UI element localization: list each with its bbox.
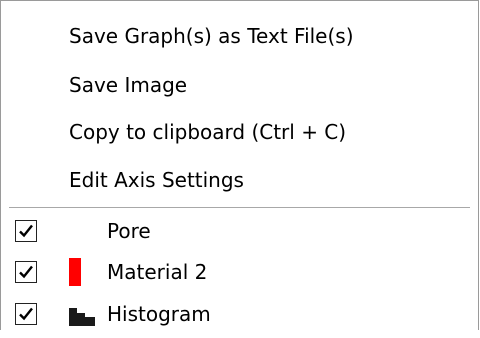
series-label-histogram: Histogram	[107, 302, 211, 326]
series-checkbox-pore[interactable]	[15, 220, 37, 242]
series-color-swatch-icon	[69, 258, 81, 286]
menu-item-label: Save Image	[69, 73, 188, 97]
histogram-icon	[69, 308, 95, 326]
menu-item-label: Copy to clipboard (Ctrl + C)	[69, 120, 347, 144]
checkmark-icon	[19, 307, 33, 321]
series-label-material-2: Material 2	[107, 260, 208, 284]
copy-to-clipboard-menu-item[interactable]: Copy to clipboard (Ctrl + C)	[1, 108, 478, 156]
series-item-histogram[interactable]: Histogram	[1, 290, 478, 338]
checkmark-icon	[19, 265, 33, 279]
series-checkbox-histogram[interactable]	[15, 303, 37, 325]
context-menu: Save Graph(s) as Text File(s) Save Image…	[0, 0, 479, 330]
menu-item-label: Edit Axis Settings	[69, 168, 244, 192]
checkmark-icon	[19, 224, 33, 238]
save-graphs-as-text-menu-item[interactable]: Save Graph(s) as Text File(s)	[1, 12, 478, 60]
edit-axis-settings-menu-item[interactable]: Edit Axis Settings	[1, 156, 478, 204]
menu-item-label: Save Graph(s) as Text File(s)	[69, 24, 354, 48]
save-image-menu-item[interactable]: Save Image	[1, 61, 478, 109]
series-checkbox-material-2[interactable]	[15, 261, 37, 283]
series-item-material-2[interactable]: Material 2	[1, 248, 478, 296]
